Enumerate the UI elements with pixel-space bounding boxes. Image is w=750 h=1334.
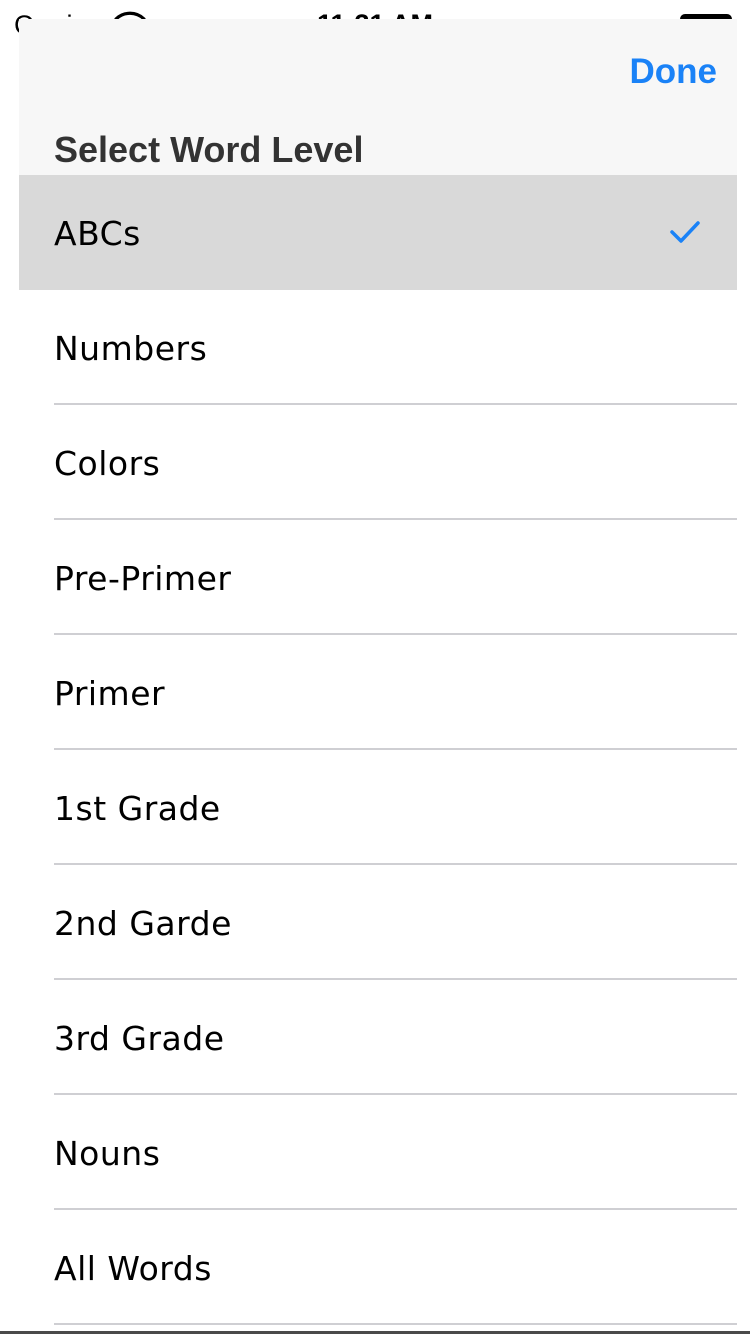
list-item-label: Pre-Primer xyxy=(54,559,232,598)
list-item[interactable]: ABCs xyxy=(19,175,737,290)
list-item[interactable]: All Words xyxy=(0,1210,750,1325)
list-item[interactable]: Primer xyxy=(0,635,750,750)
checkmark-icon xyxy=(670,221,700,243)
list-item-label: Nouns xyxy=(54,1134,161,1173)
list-item[interactable]: 2nd Garde xyxy=(0,865,750,980)
list-item[interactable]: Colors xyxy=(0,405,750,520)
list-item-label: Colors xyxy=(54,444,161,483)
list-item[interactable]: 1st Grade xyxy=(0,750,750,865)
done-button[interactable]: Done xyxy=(630,52,718,92)
row-separator xyxy=(54,1323,737,1325)
word-level-list: ABCs Numbers Colors Pre-Primer Primer 1st Gra… xyxy=(0,175,750,1325)
list-item[interactable]: Nouns xyxy=(0,1095,750,1210)
section-title: Select Word Level xyxy=(54,129,364,170)
list-item-label: All Words xyxy=(54,1249,212,1288)
list-item-label: ABCs xyxy=(54,214,141,253)
list-item-label: 1st Grade xyxy=(54,789,221,828)
list-item[interactable]: Pre-Primer xyxy=(0,520,750,635)
list-item-label: 2nd Garde xyxy=(54,904,232,943)
list-item-label: Numbers xyxy=(54,329,208,368)
list-item-label: 3rd Grade xyxy=(54,1019,225,1058)
list-item-label: Primer xyxy=(54,674,166,713)
header-panel: Done Select Word Level xyxy=(19,19,737,175)
list-item[interactable]: 3rd Grade xyxy=(0,980,750,1095)
list-item[interactable]: Numbers xyxy=(0,290,750,405)
